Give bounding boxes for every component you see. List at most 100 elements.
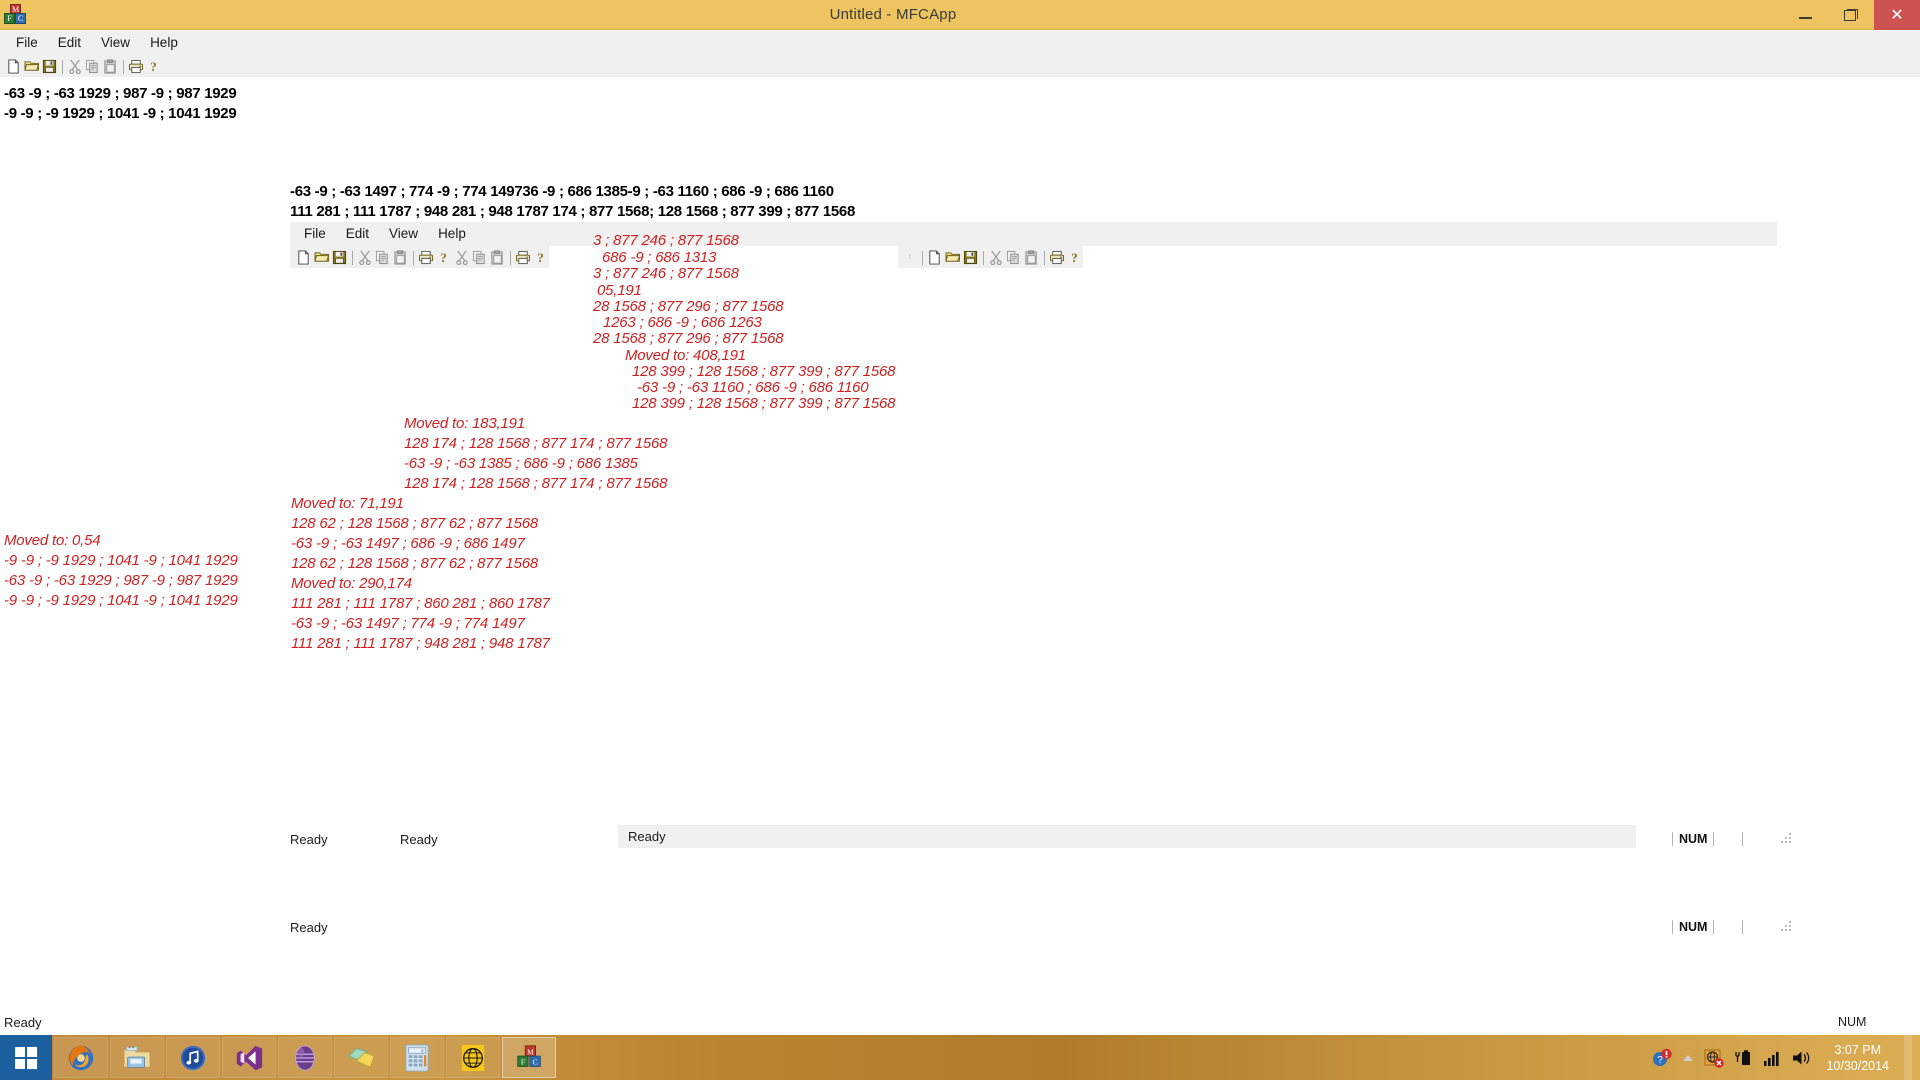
close-icon: ✕ <box>1890 6 1904 24</box>
close-button[interactable]: ✕ <box>1874 0 1920 30</box>
svg-text:0: 0 <box>421 1048 424 1053</box>
save-icon[interactable] <box>41 57 58 75</box>
paste-icon[interactable] <box>489 248 506 266</box>
copy-icon[interactable] <box>84 57 101 75</box>
taskbar-firefox[interactable] <box>54 1037 108 1078</box>
about-icon[interactable]: ? <box>532 248 549 266</box>
show-desktop-button[interactable] <box>1904 1035 1912 1080</box>
print-icon[interactable] <box>1048 248 1065 266</box>
taskbar-sticky-notes[interactable] <box>334 1037 388 1078</box>
toolbar-separator <box>59 59 65 74</box>
menu-edit[interactable]: Edit <box>48 33 91 53</box>
new-icon[interactable] <box>295 248 312 266</box>
inner-menu-bar: File Edit View Help <box>290 222 1777 246</box>
inner-menu-edit[interactable]: Edit <box>336 224 379 244</box>
save-icon[interactable] <box>331 248 348 266</box>
print-icon[interactable] <box>127 57 144 75</box>
svg-text:C: C <box>533 1057 538 1066</box>
paste-icon[interactable] <box>1023 248 1040 266</box>
canvas-log-line: -9 -9 ; -9 1929 ; 1041 -9 ; 1041 1929 <box>4 552 238 569</box>
maximize-restore-button[interactable] <box>1828 0 1874 30</box>
inner-menu-help[interactable]: Help <box>428 224 476 244</box>
action-center-alert-icon[interactable]: ? <box>1652 1048 1673 1068</box>
menu-bar: File Edit View Help <box>0 31 1920 55</box>
canvas-log-line: 1263 ; 686 -9 ; 686 1263 <box>603 314 762 331</box>
about-icon[interactable]: ? <box>1066 248 1083 266</box>
about-icon[interactable]: ? <box>435 248 452 266</box>
canvas-log-line: 111 281 ; 111 1787 ; 860 281 ; 860 1787 <box>291 595 550 612</box>
copy-icon[interactable] <box>1005 248 1022 266</box>
signal-strength-icon[interactable] <box>1762 1048 1782 1068</box>
status-divider-b <box>1742 920 1744 934</box>
canvas-log-line: Moved to: 290,174 <box>291 575 412 592</box>
canvas-log-line: 128 174 ; 128 1568 ; 877 174 ; 877 1568 <box>404 435 668 452</box>
clock[interactable]: 3:07 PM 10/30/2014 <box>1826 1042 1889 1074</box>
canvas-log-line: 28 1568 ; 877 296 ; 877 1568 <box>593 330 784 347</box>
taskbar-mfcapp[interactable]: MFC <box>502 1037 556 1078</box>
taskbar-browser[interactable] <box>446 1037 500 1078</box>
main-application-window: M F C Untitled - MFCApp ✕ File Edit View… <box>0 0 1920 1035</box>
taskbar-visual-studio[interactable] <box>222 1037 276 1078</box>
show-hidden-icons-icon[interactable] <box>1681 1048 1695 1068</box>
svg-text:F: F <box>521 1057 525 1066</box>
cut-icon[interactable] <box>66 57 83 75</box>
paste-icon[interactable] <box>392 248 409 266</box>
status-divider-a <box>1742 832 1744 846</box>
open-icon[interactable] <box>944 248 961 266</box>
canvas-log-line: 128 62 ; 128 1568 ; 877 62 ; 877 1568 <box>291 555 538 572</box>
minimize-button[interactable] <box>1782 0 1828 30</box>
canvas-text-line: -9 -9 ; -9 1929 ; 1041 -9 ; 1041 1929 <box>4 105 237 122</box>
toolbar-separator <box>410 250 416 265</box>
canvas-log-line: Moved to: 408,191 <box>625 347 746 364</box>
toolbar-separator <box>120 59 126 74</box>
cut-icon[interactable] <box>356 248 373 266</box>
taskbar-file-explorer[interactable] <box>110 1037 164 1078</box>
open-icon[interactable] <box>313 248 330 266</box>
cut-icon[interactable] <box>987 248 1004 266</box>
resize-grip-b[interactable] <box>1781 921 1793 933</box>
taskbar-oracle-vm[interactable] <box>278 1037 332 1078</box>
canvas-text-line: -63 -9 ; -63 1929 ; 987 -9 ; 987 1929 <box>4 85 237 102</box>
print-icon[interactable] <box>514 248 531 266</box>
canvas-text-line: 111 281 ; 111 1787 ; 948 281 ; 948 1787 … <box>290 203 856 220</box>
drawing-client-area[interactable]: File Edit View Help ?? ˁ? -63 -9 ; -63 1… <box>0 77 1920 1023</box>
resize-grip-a[interactable] <box>1781 833 1793 845</box>
toolbar-separator <box>507 250 513 265</box>
taskbar-calculator[interactable]: 0 <box>390 1037 444 1078</box>
battery-charging-icon[interactable] <box>1733 1048 1753 1068</box>
cut-icon[interactable] <box>453 248 470 266</box>
window-title: Untitled - MFCApp <box>829 6 957 23</box>
canvas-log-line: 28 1568 ; 877 296 ; 877 1568 <box>593 298 784 315</box>
new-icon[interactable] <box>926 248 943 266</box>
inner-tool-bar-primary: ?? <box>290 246 549 268</box>
inner-menu-view[interactable]: View <box>379 224 428 244</box>
tool-bar: ? <box>0 55 1920 77</box>
about-icon[interactable]: ? <box>145 57 162 75</box>
application-status-bar: Ready NUM <box>0 1013 1920 1035</box>
taskbar-itunes[interactable] <box>166 1037 220 1078</box>
save-icon[interactable] <box>962 248 979 266</box>
network-error-icon[interactable] <box>1704 1048 1725 1068</box>
application-num-lock-indicator: NUM <box>1838 1015 1867 1029</box>
paste-icon[interactable] <box>102 57 119 75</box>
clipped-icon[interactable]: ˁ <box>901 248 918 266</box>
inner-menu-file[interactable]: File <box>294 224 336 244</box>
start-button[interactable] <box>0 1035 52 1080</box>
canvas-log-line: Moved to: 183,191 <box>404 415 525 432</box>
cube-c-icon: C <box>15 12 26 24</box>
new-icon[interactable] <box>5 57 22 75</box>
menu-help[interactable]: Help <box>140 33 188 53</box>
canvas-log-line: 05,191 <box>597 282 642 299</box>
svg-text:M: M <box>527 1047 534 1056</box>
volume-icon[interactable] <box>1791 1048 1811 1068</box>
menu-view[interactable]: View <box>91 33 140 53</box>
svg-text:?: ? <box>440 250 447 265</box>
copy-icon[interactable] <box>374 248 391 266</box>
menu-file[interactable]: File <box>6 33 48 53</box>
svg-text:?: ? <box>537 250 544 265</box>
print-icon[interactable] <box>417 248 434 266</box>
open-icon[interactable] <box>23 57 40 75</box>
application-status-text: Ready <box>4 1015 42 1030</box>
canvas-log-line: 128 62 ; 128 1568 ; 877 62 ; 877 1568 <box>291 515 538 532</box>
copy-icon[interactable] <box>471 248 488 266</box>
